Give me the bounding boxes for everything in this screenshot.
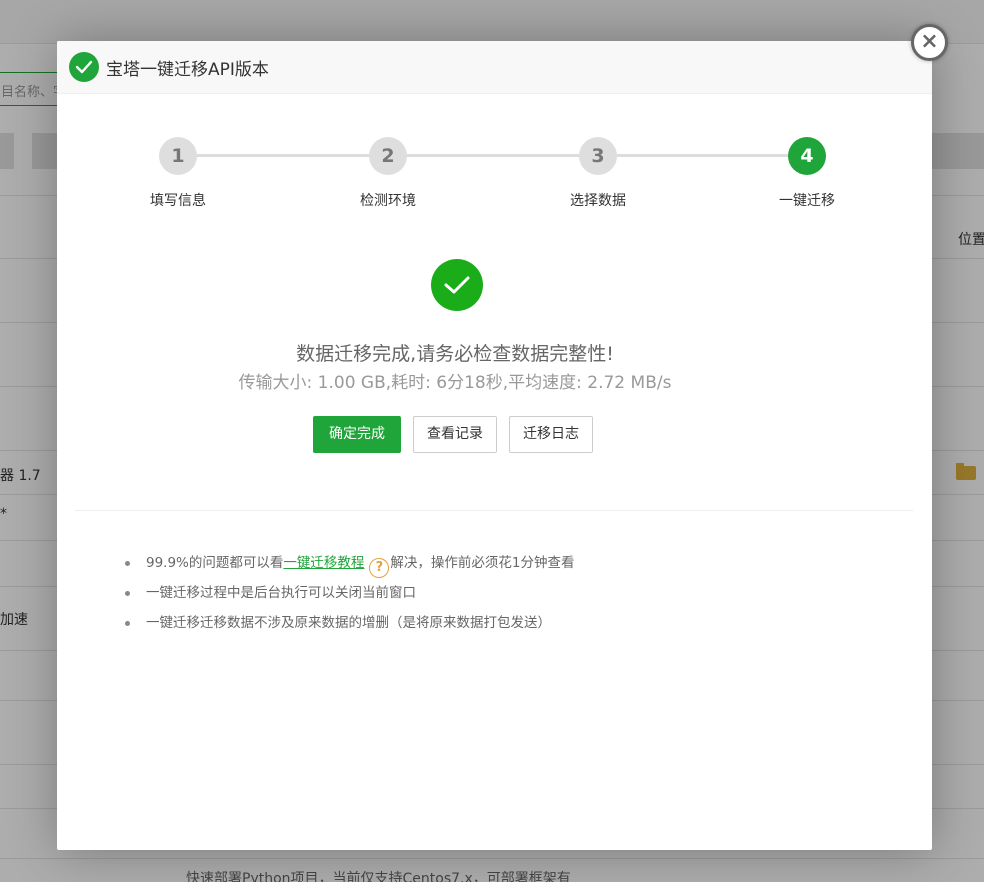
step-2: 2 检测环境 — [318, 137, 458, 210]
step-label: 选择数据 — [570, 193, 626, 209]
success-check-icon — [431, 259, 483, 311]
divider — [75, 510, 913, 511]
step-number: 4 — [788, 137, 826, 175]
step-number: 1 — [159, 137, 197, 175]
question-icon[interactable]: ? — [369, 558, 390, 578]
step-3: 3 选择数据 — [528, 137, 668, 210]
step-label: 填写信息 — [150, 193, 206, 209]
step-4: 4 一键迁移 — [737, 137, 877, 210]
tip-text: 一键迁移迁移数据不涉及原来数据的增删（是将原来数据打包发送） — [146, 615, 551, 631]
step-number: 2 — [369, 137, 407, 175]
dialog-header: 宝塔一键迁移API版本 — [57, 41, 932, 94]
migration-dialog: 宝塔一键迁移API版本 1 填写信息 2 检测环境 3 选择数据 4 一键迁移 … — [57, 41, 932, 850]
tip-text: 99.9%的问题都可以看 — [146, 555, 284, 571]
check-circle-icon — [69, 52, 99, 82]
success-message: 数据迁移完成,请务必检查数据完整性! — [296, 343, 614, 365]
view-records-button[interactable]: 查看记录 — [413, 416, 497, 453]
close-icon: × — [920, 28, 939, 54]
transfer-stats: 传输大小: 1.00 GB,耗时: 6分18秒,平均速度: 2.72 MB/s — [238, 373, 672, 393]
step-label: 一键迁移 — [779, 193, 835, 209]
tip-item: 一键迁移过程中是后台执行可以关闭当前窗口 — [125, 583, 574, 613]
migration-log-button[interactable]: 迁移日志 — [509, 416, 593, 453]
close-button[interactable]: × — [911, 24, 948, 61]
tutorial-link[interactable]: 一键迁移教程 — [283, 555, 364, 571]
step-number: 3 — [579, 137, 617, 175]
tips-list: 99.9%的问题都可以看一键迁移教程? 解决，操作前必须花1分钟查看 一键迁移过程… — [125, 553, 574, 643]
step-progress: 1 填写信息 2 检测环境 3 选择数据 4 一键迁移 — [57, 137, 932, 217]
step-1: 1 填写信息 — [108, 137, 248, 210]
tip-text: 解决，操作前必须花1分钟查看 — [390, 555, 575, 571]
tip-item: 一键迁移迁移数据不涉及原来数据的增删（是将原来数据打包发送） — [125, 613, 574, 643]
dialog-title: 宝塔一键迁移API版本 — [106, 59, 269, 80]
confirm-complete-button[interactable]: 确定完成 — [313, 416, 401, 453]
tip-text: 一键迁移过程中是后台执行可以关闭当前窗口 — [146, 585, 416, 601]
action-buttons: 确定完成 查看记录 迁移日志 — [313, 416, 593, 453]
step-label: 检测环境 — [360, 193, 416, 209]
tip-item: 99.9%的问题都可以看一键迁移教程? 解决，操作前必须花1分钟查看 — [125, 553, 574, 583]
